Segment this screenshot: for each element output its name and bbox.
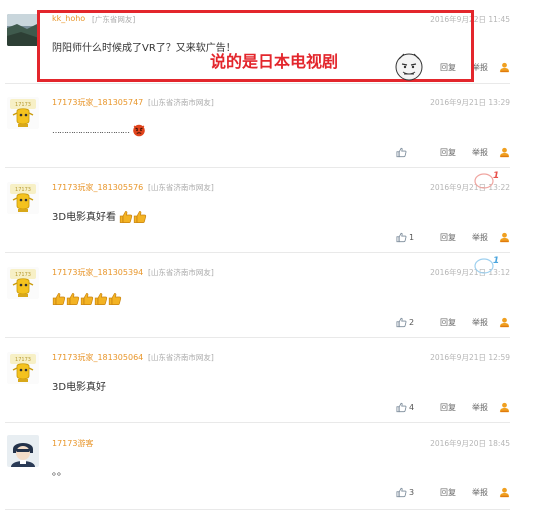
thumbs-up-emoji-icon — [52, 292, 66, 306]
avatar[interactable] — [7, 435, 39, 467]
comment-text: 3D电影真好 — [52, 382, 107, 393]
like-count: 1 — [409, 232, 415, 242]
thumbs-up-emoji-icon — [119, 210, 133, 224]
divider — [5, 167, 510, 168]
like-count: 3 — [409, 487, 415, 497]
comment-actions: 回复 举报 — [396, 145, 510, 159]
like-count: 2 — [409, 317, 415, 327]
reply-button[interactable]: 回复 — [432, 232, 464, 243]
comment-location: [山东省济南市网友] — [148, 353, 214, 362]
report-button[interactable]: 举报 — [464, 402, 496, 413]
badge-number: 1 — [493, 256, 499, 266]
like-count: 4 — [409, 402, 415, 412]
comment-time: 2016年9月21日 12:59 — [430, 353, 510, 362]
thumbs-up-emoji-icon — [94, 292, 108, 306]
like-button[interactable]: 3 — [396, 487, 432, 498]
comment-text: …………………………… — [52, 123, 146, 137]
divider — [5, 83, 510, 84]
thumbs-up-outline-icon — [396, 402, 407, 413]
reply-button[interactable]: 回复 — [432, 147, 464, 158]
like-button[interactable]: 4 — [396, 402, 432, 413]
comment-actions: 1 回复 举报 — [396, 230, 510, 244]
thumbs-up-outline-icon — [396, 317, 407, 328]
divider — [5, 252, 510, 253]
thumbs-up-emoji-icon — [80, 292, 94, 306]
like-button[interactable]: 2 — [396, 317, 432, 328]
report-button[interactable]: 举报 — [464, 147, 496, 158]
comment-location: [山东省济南市网友] — [148, 183, 214, 192]
thumbs-up-emoji-icon — [133, 210, 147, 224]
thumbs-up-outline-icon — [396, 147, 407, 158]
comment-time: 2016年9月20日 18:45 — [430, 439, 510, 448]
reply-button[interactable]: 回复 — [432, 487, 464, 498]
comment-actions: 2 回复 举报 — [396, 315, 510, 329]
divider — [5, 337, 510, 338]
comment-time: 2016年9月21日 13:29 — [430, 98, 510, 107]
avatar[interactable] — [7, 267, 39, 299]
like-button[interactable] — [396, 147, 432, 158]
share-icon[interactable] — [496, 232, 510, 243]
share-icon[interactable] — [496, 147, 510, 158]
plus-one-badge: 1 — [472, 255, 499, 275]
divider — [5, 509, 510, 510]
comment-username[interactable]: 17173玩家_181305576 — [52, 182, 143, 193]
avatar[interactable] — [7, 352, 39, 384]
report-button[interactable]: 举报 — [464, 232, 496, 243]
comment-username[interactable]: 17173玩家_181305394 — [52, 267, 143, 278]
meme-face-sticker — [393, 50, 425, 82]
comment-actions: 3 回复 举报 — [396, 485, 510, 499]
avatar[interactable] — [7, 97, 39, 129]
avatar[interactable] — [7, 14, 39, 46]
share-icon[interactable] — [496, 402, 510, 413]
angry-face-emoji-icon — [132, 123, 146, 137]
thumbs-up-emoji-icon — [66, 292, 80, 306]
avatar[interactable] — [7, 182, 39, 214]
share-icon[interactable] — [496, 487, 510, 498]
thumbs-up-outline-icon — [396, 232, 407, 243]
share-icon[interactable] — [496, 317, 510, 328]
comment-text: 。。 — [52, 467, 67, 478]
comment-text-content: 3D电影真好看 — [52, 212, 117, 223]
plus-one-badge: 1 — [472, 170, 499, 190]
comment-username[interactable]: 17173游客 — [52, 438, 93, 449]
annotation-text: 说的是日本电视剧 — [210, 52, 339, 71]
report-button[interactable]: 举报 — [464, 487, 496, 498]
reply-button[interactable]: 回复 — [432, 402, 464, 413]
comment-text: 3D电影真好看 — [52, 208, 147, 224]
comment-username[interactable]: 17173玩家_181305064 — [52, 352, 143, 363]
share-icon[interactable] — [496, 62, 510, 73]
comment-username[interactable]: 17173玩家_181305747 — [52, 97, 143, 108]
comment-actions: 4 回复 举报 — [396, 400, 510, 414]
comment-text — [52, 292, 122, 306]
report-button[interactable]: 举报 — [464, 317, 496, 328]
comment-location: [山东省济南市网友] — [148, 98, 214, 107]
reply-button[interactable]: 回复 — [432, 317, 464, 328]
comment-location: [山东省济南市网友] — [148, 268, 214, 277]
thumbs-up-outline-icon — [396, 487, 407, 498]
like-button[interactable]: 1 — [396, 232, 432, 243]
badge-number: 1 — [493, 171, 499, 181]
divider — [5, 422, 510, 423]
comment-text-content: …………………………… — [52, 126, 130, 135]
thumbs-up-emoji-icon — [108, 292, 122, 306]
